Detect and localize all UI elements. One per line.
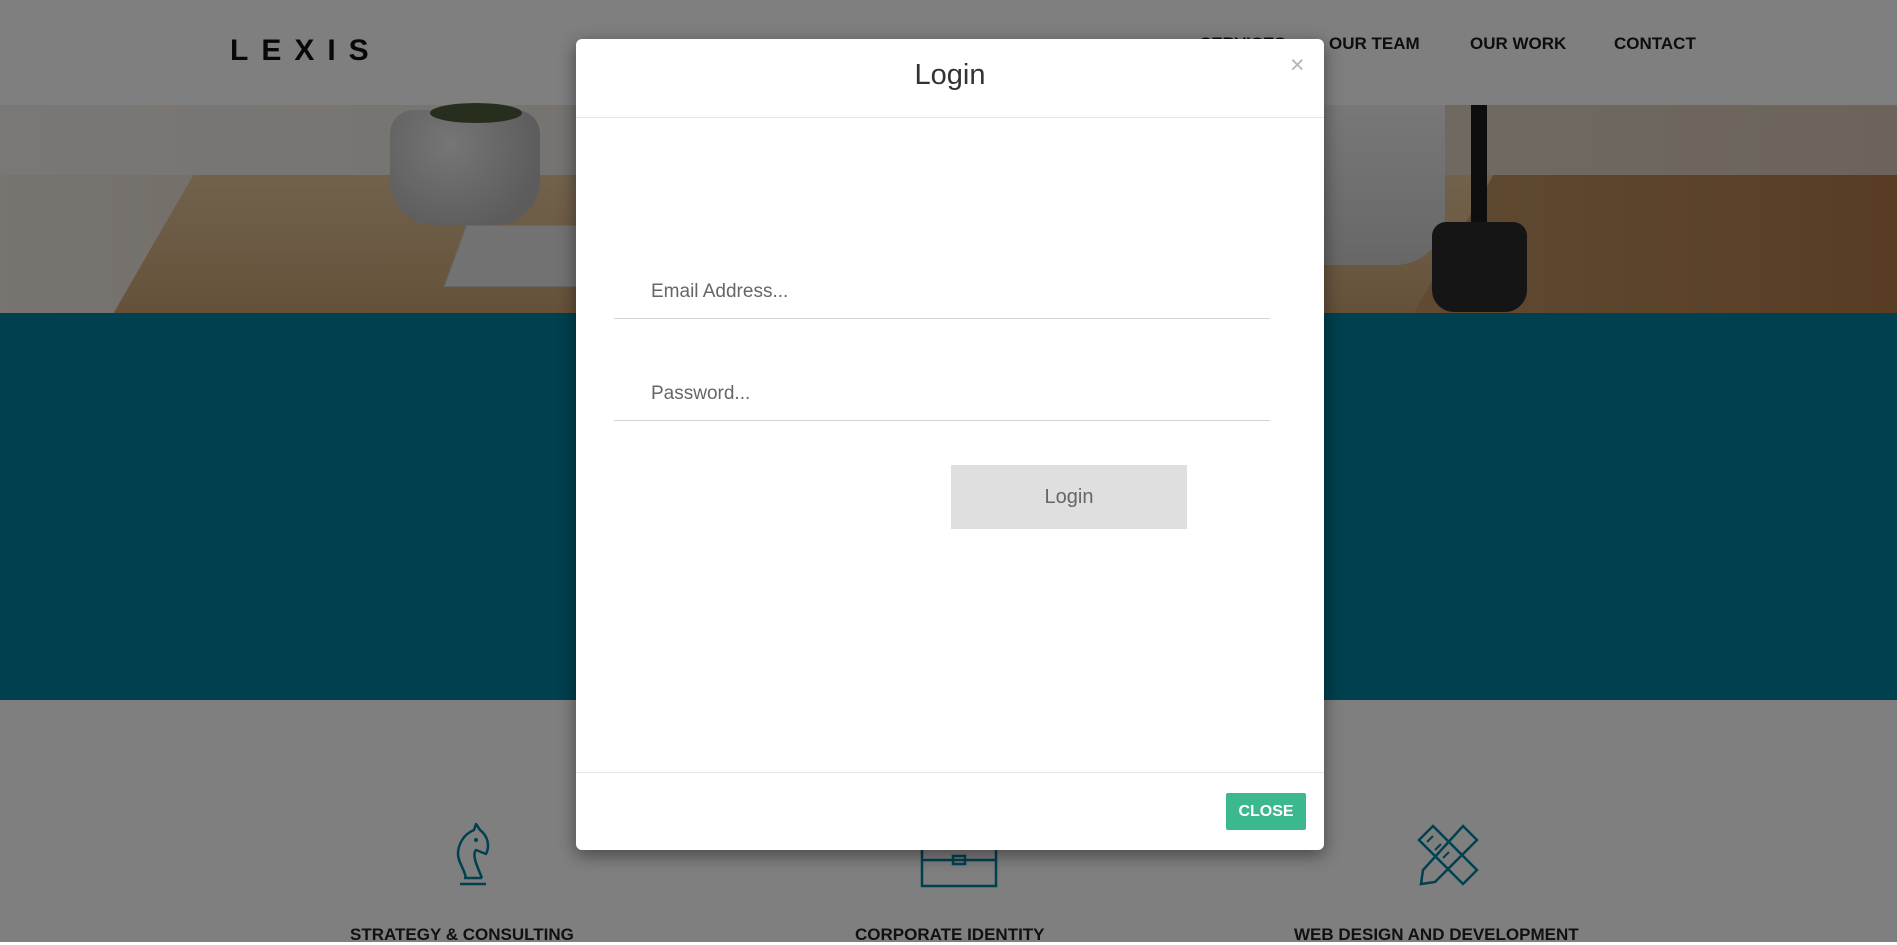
- modal-header: Login ×: [576, 39, 1324, 118]
- login-button[interactable]: Login: [951, 465, 1187, 529]
- password-field[interactable]: [614, 367, 1270, 421]
- modal-footer: CLOSE: [576, 772, 1324, 851]
- close-icon[interactable]: ×: [1290, 53, 1305, 78]
- login-modal: Login × Login CLOSE: [576, 39, 1324, 850]
- email-field[interactable]: [614, 265, 1270, 319]
- close-button[interactable]: CLOSE: [1226, 793, 1306, 830]
- modal-title: Login: [914, 59, 986, 91]
